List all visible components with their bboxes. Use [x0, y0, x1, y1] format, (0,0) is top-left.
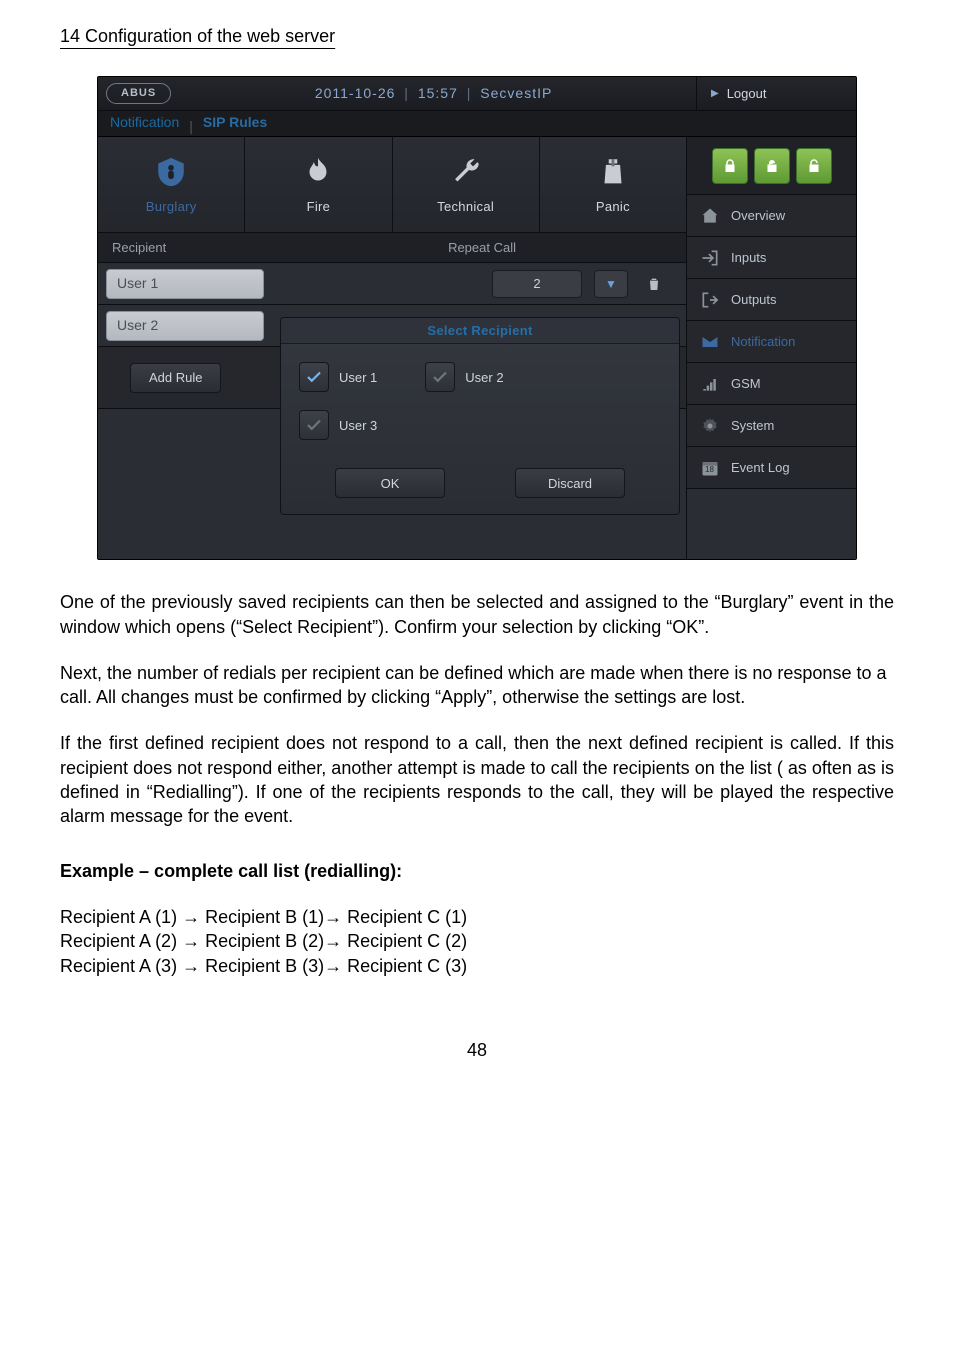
- arrow-out-icon: [699, 289, 721, 311]
- sidebar-item-system[interactable]: System: [687, 405, 856, 447]
- lock-closed-icon: [721, 157, 739, 175]
- option-user3[interactable]: User 3: [299, 410, 377, 440]
- dialog-title: Select Recipient: [281, 318, 679, 344]
- event-panic-label: Panic: [596, 198, 630, 216]
- rule-row-1: User 1 2 ▼: [98, 263, 686, 305]
- checkbox-user1[interactable]: [299, 362, 329, 392]
- calendar-icon: 18: [699, 457, 721, 479]
- arm-button-1[interactable]: [712, 148, 748, 184]
- envelope-icon: [699, 331, 721, 353]
- wrench-icon: [448, 154, 484, 190]
- example-line-2: Recipient A (2) → Recipient B (2)→ Recip…: [60, 929, 894, 953]
- calendar-day-text: 18: [705, 465, 714, 476]
- event-technical-label: Technical: [437, 198, 494, 216]
- breadcrumb-separator: |: [189, 117, 193, 136]
- checkbox-user3[interactable]: [299, 410, 329, 440]
- sidebar-overview-label: Overview: [731, 207, 785, 225]
- sidebar-inputs-label: Inputs: [731, 249, 766, 267]
- lock-open-icon: [805, 157, 823, 175]
- repeat-call-value-1[interactable]: 2: [492, 270, 582, 298]
- arrow-in-icon: [699, 247, 721, 269]
- sidebar-item-event-log[interactable]: 18 Event Log: [687, 447, 856, 489]
- event-tab-row: Burglary Fire Technical: [98, 137, 686, 233]
- event-burglary-label: Burglary: [146, 198, 197, 216]
- signal-icon: [699, 373, 721, 395]
- trash-icon: [646, 276, 662, 292]
- example-line-1: Recipient A (1) → Recipient B (1)→ Recip…: [60, 905, 894, 929]
- sidebar: Overview Inputs Outputs: [686, 137, 856, 559]
- tab-notification[interactable]: Notification: [104, 109, 185, 136]
- recipient-user1-pill[interactable]: User 1: [106, 269, 264, 299]
- logout-label: Logout: [727, 85, 767, 103]
- app-header: ABUS 2011-10-26 | 15:57 | SecvestIP ▶ Lo…: [98, 77, 856, 111]
- header-sep2: |: [467, 85, 477, 101]
- header-date: 2011-10-26: [315, 85, 396, 101]
- example-line-3: Recipient A (3) → Recipient B (3)→ Recip…: [60, 954, 894, 978]
- arm-buttons-row: [687, 137, 856, 195]
- main-panel: Burglary Fire Technical: [98, 137, 686, 559]
- logout-arrow-icon: ▶: [711, 87, 719, 101]
- sidebar-system-label: System: [731, 417, 774, 435]
- sidebar-item-inputs[interactable]: Inputs: [687, 237, 856, 279]
- app-window: ABUS 2011-10-26 | 15:57 | SecvestIP ▶ Lo…: [97, 76, 857, 560]
- sidebar-item-notification[interactable]: Notification: [687, 321, 856, 363]
- paragraph-1: One of the previously saved recipients c…: [60, 590, 894, 639]
- brand-logo: ABUS: [106, 83, 171, 104]
- example-title: Example – complete call list (redialling…: [60, 859, 894, 883]
- event-technical-tab[interactable]: Technical: [393, 137, 540, 232]
- event-fire-tab[interactable]: Fire: [245, 137, 392, 232]
- paragraph-2: Next, the number of redials per recipien…: [60, 661, 894, 710]
- checkmark-icon: [305, 416, 323, 434]
- repeat-call-dropdown-1[interactable]: ▼: [594, 270, 628, 298]
- event-burglary-tab[interactable]: Burglary: [98, 137, 245, 232]
- tab-bar: Notification | SIP Rules: [98, 111, 856, 137]
- arm-button-2[interactable]: [754, 148, 790, 184]
- sidebar-notification-label: Notification: [731, 333, 795, 351]
- discard-button[interactable]: Discard: [515, 468, 625, 498]
- paragraph-3: If the first defined recipient does not …: [60, 731, 894, 828]
- subheader-repeat-call: Repeat Call: [448, 239, 516, 257]
- delete-row-1-button[interactable]: [640, 270, 668, 298]
- checkmark-icon: [305, 368, 323, 386]
- list-subheader: Recipient Repeat Call: [98, 233, 686, 263]
- house-icon: [699, 205, 721, 227]
- subheader-recipient: Recipient: [112, 239, 166, 257]
- option-user2-label: User 2: [465, 369, 503, 387]
- option-user3-label: User 3: [339, 417, 377, 435]
- sidebar-item-gsm[interactable]: GSM: [687, 363, 856, 405]
- burglary-icon: [153, 154, 189, 190]
- option-user1[interactable]: User 1: [299, 362, 377, 392]
- fire-icon: [300, 154, 336, 190]
- arm-button-3[interactable]: [796, 148, 832, 184]
- event-fire-label: Fire: [307, 198, 331, 216]
- checkbox-user2[interactable]: [425, 362, 455, 392]
- option-user2[interactable]: User 2: [425, 362, 503, 392]
- chevron-down-icon: ▼: [605, 276, 617, 292]
- header-status: 2011-10-26 | 15:57 | SecvestIP: [171, 84, 696, 103]
- sidebar-eventlog-label: Event Log: [731, 459, 790, 477]
- checkmark-icon: [431, 368, 449, 386]
- ok-button[interactable]: OK: [335, 468, 445, 498]
- header-sep1: |: [404, 85, 414, 101]
- option-user1-label: User 1: [339, 369, 377, 387]
- page-section-header: 14 Configuration of the web server: [60, 24, 894, 48]
- article-text: One of the previously saved recipients c…: [60, 590, 894, 978]
- event-panic-tab[interactable]: Panic: [540, 137, 686, 232]
- logout-button[interactable]: ▶ Logout: [696, 77, 856, 111]
- gear-icon: [699, 415, 721, 437]
- page-number: 48: [60, 1038, 894, 1062]
- tab-sip-rules[interactable]: SIP Rules: [197, 109, 273, 136]
- recipient-user2-pill[interactable]: User 2: [106, 311, 264, 341]
- sidebar-outputs-label: Outputs: [731, 291, 777, 309]
- sidebar-item-outputs[interactable]: Outputs: [687, 279, 856, 321]
- panic-icon: [595, 154, 631, 190]
- header-product: SecvestIP: [480, 85, 552, 101]
- select-recipient-dialog: Select Recipient User 1: [280, 317, 680, 515]
- lock-home-icon: [763, 157, 781, 175]
- add-rule-button[interactable]: Add Rule: [130, 363, 221, 393]
- sidebar-item-overview[interactable]: Overview: [687, 195, 856, 237]
- sidebar-gsm-label: GSM: [731, 375, 761, 393]
- header-time: 15:57: [418, 85, 458, 101]
